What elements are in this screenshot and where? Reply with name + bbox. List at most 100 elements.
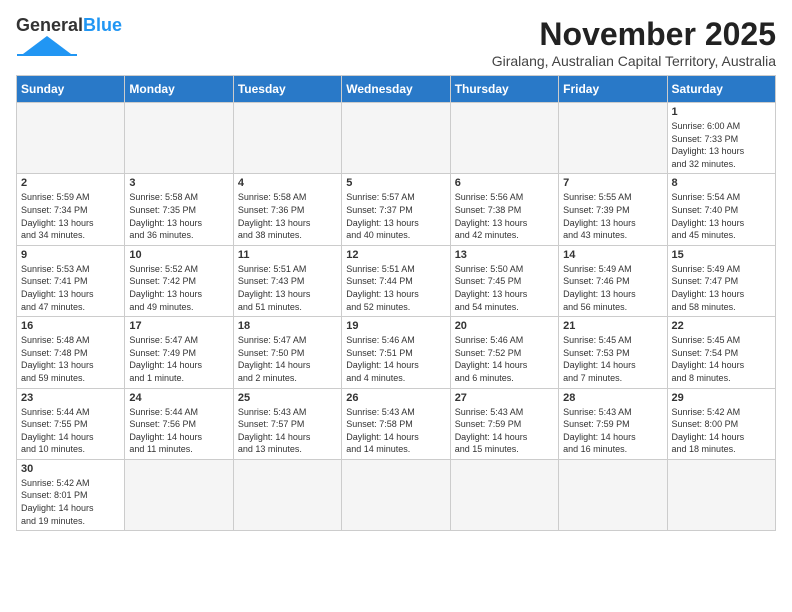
day-info: Sunrise: 5:56 AM Sunset: 7:38 PM Dayligh… (455, 191, 554, 241)
header-tuesday: Tuesday (233, 76, 341, 103)
calendar-day-3-3: 19 Sunrise: 5:46 AM Sunset: 7:51 PM Dayli… (342, 317, 450, 388)
day-number: 21 (563, 320, 662, 332)
day-info: Sunrise: 5:43 AM Sunset: 7:59 PM Dayligh… (563, 406, 662, 456)
calendar-day-0-1 (125, 103, 233, 174)
day-number: 26 (346, 392, 445, 404)
day-info: Sunrise: 5:51 AM Sunset: 7:44 PM Dayligh… (346, 263, 445, 313)
calendar-day-3-2: 18Sunrise: 5:47 AM Sunset: 7:50 PM Dayli… (233, 317, 341, 388)
calendar-day-5-6 (667, 459, 775, 530)
calendar-day-3-1: 17 Sunrise: 5:47 AM Sunset: 7:49 PM Dayli… (125, 317, 233, 388)
calendar-week-0: 1Sunrise: 6:00 AM Sunset: 7:33 PM Daylig… (17, 103, 776, 174)
day-number: 25 (238, 392, 337, 404)
calendar-day-1-6: 8 Sunrise: 5:54 AM Sunset: 7:40 PM Daylig… (667, 174, 775, 245)
day-number: 7 (563, 177, 662, 189)
calendar-day-1-0: 2Sunrise: 5:59 AM Sunset: 7:34 PM Daylig… (17, 174, 125, 245)
day-number: 10 (129, 249, 228, 261)
day-info: Sunrise: 5:46 AM Sunset: 7:51 PM Dayligh… (346, 334, 445, 384)
calendar-week-5: 30Sunrise: 5:42 AM Sunset: 8:01 PM Dayli… (17, 459, 776, 530)
header-wednesday: Wednesday (342, 76, 450, 103)
day-info: Sunrise: 5:51 AM Sunset: 7:43 PM Dayligh… (238, 263, 337, 313)
calendar-day-3-4: 20 Sunrise: 5:46 AM Sunset: 7:52 PM Dayli… (450, 317, 558, 388)
calendar-day-3-5: 21Sunrise: 5:45 AM Sunset: 7:53 PM Dayli… (559, 317, 667, 388)
day-info: Sunrise: 5:44 AM Sunset: 7:56 PM Dayligh… (129, 406, 228, 456)
calendar-week-1: 2Sunrise: 5:59 AM Sunset: 7:34 PM Daylig… (17, 174, 776, 245)
title-block: November 2025 Giralang, Australian Capit… (492, 16, 776, 69)
calendar-day-2-5: 14 Sunrise: 5:49 AM Sunset: 7:46 PM Dayli… (559, 245, 667, 316)
calendar-week-2: 9Sunrise: 5:53 AM Sunset: 7:41 PM Daylig… (17, 245, 776, 316)
day-info: Sunrise: 5:58 AM Sunset: 7:35 PM Dayligh… (129, 191, 228, 241)
day-number: 4 (238, 177, 337, 189)
day-info: Sunrise: 5:49 AM Sunset: 7:47 PM Dayligh… (672, 263, 771, 313)
calendar-day-5-4 (450, 459, 558, 530)
day-info: Sunrise: 5:47 AM Sunset: 7:49 PM Dayligh… (129, 334, 228, 384)
day-number: 24 (129, 392, 228, 404)
day-info: Sunrise: 5:50 AM Sunset: 7:45 PM Dayligh… (455, 263, 554, 313)
day-number: 14 (563, 249, 662, 261)
calendar-day-4-1: 24 Sunrise: 5:44 AM Sunset: 7:56 PM Dayli… (125, 388, 233, 459)
calendar-day-2-2: 11Sunrise: 5:51 AM Sunset: 7:43 PM Dayli… (233, 245, 341, 316)
logo-text-general: General (16, 16, 83, 34)
day-number: 28 (563, 392, 662, 404)
location-subtitle: Giralang, Australian Capital Territory, … (492, 53, 776, 69)
calendar-day-2-1: 10 Sunrise: 5:52 AM Sunset: 7:42 PM Dayli… (125, 245, 233, 316)
day-info: Sunrise: 5:57 AM Sunset: 7:37 PM Dayligh… (346, 191, 445, 241)
calendar-day-0-3 (342, 103, 450, 174)
logo: General Blue (16, 16, 122, 56)
calendar-week-4: 23Sunrise: 5:44 AM Sunset: 7:55 PM Dayli… (17, 388, 776, 459)
calendar-day-1-3: 5 Sunrise: 5:57 AM Sunset: 7:37 PM Daylig… (342, 174, 450, 245)
day-number: 5 (346, 177, 445, 189)
calendar-day-4-0: 23Sunrise: 5:44 AM Sunset: 7:55 PM Dayli… (17, 388, 125, 459)
day-info: Sunrise: 5:55 AM Sunset: 7:39 PM Dayligh… (563, 191, 662, 241)
calendar-day-4-6: 29 Sunrise: 5:42 AM Sunset: 8:00 PM Dayli… (667, 388, 775, 459)
calendar-day-0-6: 1Sunrise: 6:00 AM Sunset: 7:33 PM Daylig… (667, 103, 775, 174)
day-number: 19 (346, 320, 445, 332)
day-info: Sunrise: 5:58 AM Sunset: 7:36 PM Dayligh… (238, 191, 337, 241)
calendar-day-4-3: 26Sunrise: 5:43 AM Sunset: 7:58 PM Dayli… (342, 388, 450, 459)
header-monday: Monday (125, 76, 233, 103)
calendar-day-5-5 (559, 459, 667, 530)
calendar-day-4-2: 25Sunrise: 5:43 AM Sunset: 7:57 PM Dayli… (233, 388, 341, 459)
day-info: Sunrise: 5:42 AM Sunset: 8:00 PM Dayligh… (672, 406, 771, 456)
day-info: Sunrise: 5:45 AM Sunset: 7:54 PM Dayligh… (672, 334, 771, 384)
calendar-day-0-2 (233, 103, 341, 174)
logo-icon (16, 34, 78, 56)
header-saturday: Saturday (667, 76, 775, 103)
day-info: Sunrise: 5:48 AM Sunset: 7:48 PM Dayligh… (21, 334, 120, 384)
calendar-table: SundayMondayTuesdayWednesdayThursdayFrid… (16, 75, 776, 531)
day-info: Sunrise: 5:46 AM Sunset: 7:52 PM Dayligh… (455, 334, 554, 384)
day-number: 13 (455, 249, 554, 261)
day-number: 6 (455, 177, 554, 189)
day-number: 8 (672, 177, 771, 189)
calendar-day-3-0: 16 Sunrise: 5:48 AM Sunset: 7:48 PM Dayli… (17, 317, 125, 388)
day-number: 1 (672, 106, 771, 118)
calendar-day-1-4: 6 Sunrise: 5:56 AM Sunset: 7:38 PM Daylig… (450, 174, 558, 245)
day-info: Sunrise: 5:49 AM Sunset: 7:46 PM Dayligh… (563, 263, 662, 313)
header-thursday: Thursday (450, 76, 558, 103)
calendar-day-1-1: 3 Sunrise: 5:58 AM Sunset: 7:35 PM Daylig… (125, 174, 233, 245)
calendar-day-2-3: 12Sunrise: 5:51 AM Sunset: 7:44 PM Dayli… (342, 245, 450, 316)
day-number: 17 (129, 320, 228, 332)
day-number: 3 (129, 177, 228, 189)
day-info: Sunrise: 5:42 AM Sunset: 8:01 PM Dayligh… (21, 477, 120, 527)
calendar-day-3-6: 22Sunrise: 5:45 AM Sunset: 7:54 PM Dayli… (667, 317, 775, 388)
day-info: Sunrise: 5:44 AM Sunset: 7:55 PM Dayligh… (21, 406, 120, 456)
day-info: Sunrise: 5:52 AM Sunset: 7:42 PM Dayligh… (129, 263, 228, 313)
day-number: 20 (455, 320, 554, 332)
calendar-day-2-6: 15 Sunrise: 5:49 AM Sunset: 7:47 PM Dayli… (667, 245, 775, 316)
calendar-day-0-4 (450, 103, 558, 174)
day-number: 18 (238, 320, 337, 332)
calendar-day-2-4: 13 Sunrise: 5:50 AM Sunset: 7:45 PM Dayli… (450, 245, 558, 316)
calendar-day-4-5: 28 Sunrise: 5:43 AM Sunset: 7:59 PM Dayli… (559, 388, 667, 459)
day-info: Sunrise: 5:54 AM Sunset: 7:40 PM Dayligh… (672, 191, 771, 241)
day-number: 16 (21, 320, 120, 332)
logo-text-blue: Blue (83, 16, 122, 34)
calendar-day-0-5 (559, 103, 667, 174)
day-number: 29 (672, 392, 771, 404)
calendar-header-row: SundayMondayTuesdayWednesdayThursdayFrid… (17, 76, 776, 103)
calendar-day-1-5: 7 Sunrise: 5:55 AM Sunset: 7:39 PM Daylig… (559, 174, 667, 245)
calendar-day-1-2: 4 Sunrise: 5:58 AM Sunset: 7:36 PM Daylig… (233, 174, 341, 245)
calendar-week-3: 16 Sunrise: 5:48 AM Sunset: 7:48 PM Dayli… (17, 317, 776, 388)
calendar-day-5-3 (342, 459, 450, 530)
day-number: 15 (672, 249, 771, 261)
calendar-day-4-4: 27Sunrise: 5:43 AM Sunset: 7:59 PM Dayli… (450, 388, 558, 459)
